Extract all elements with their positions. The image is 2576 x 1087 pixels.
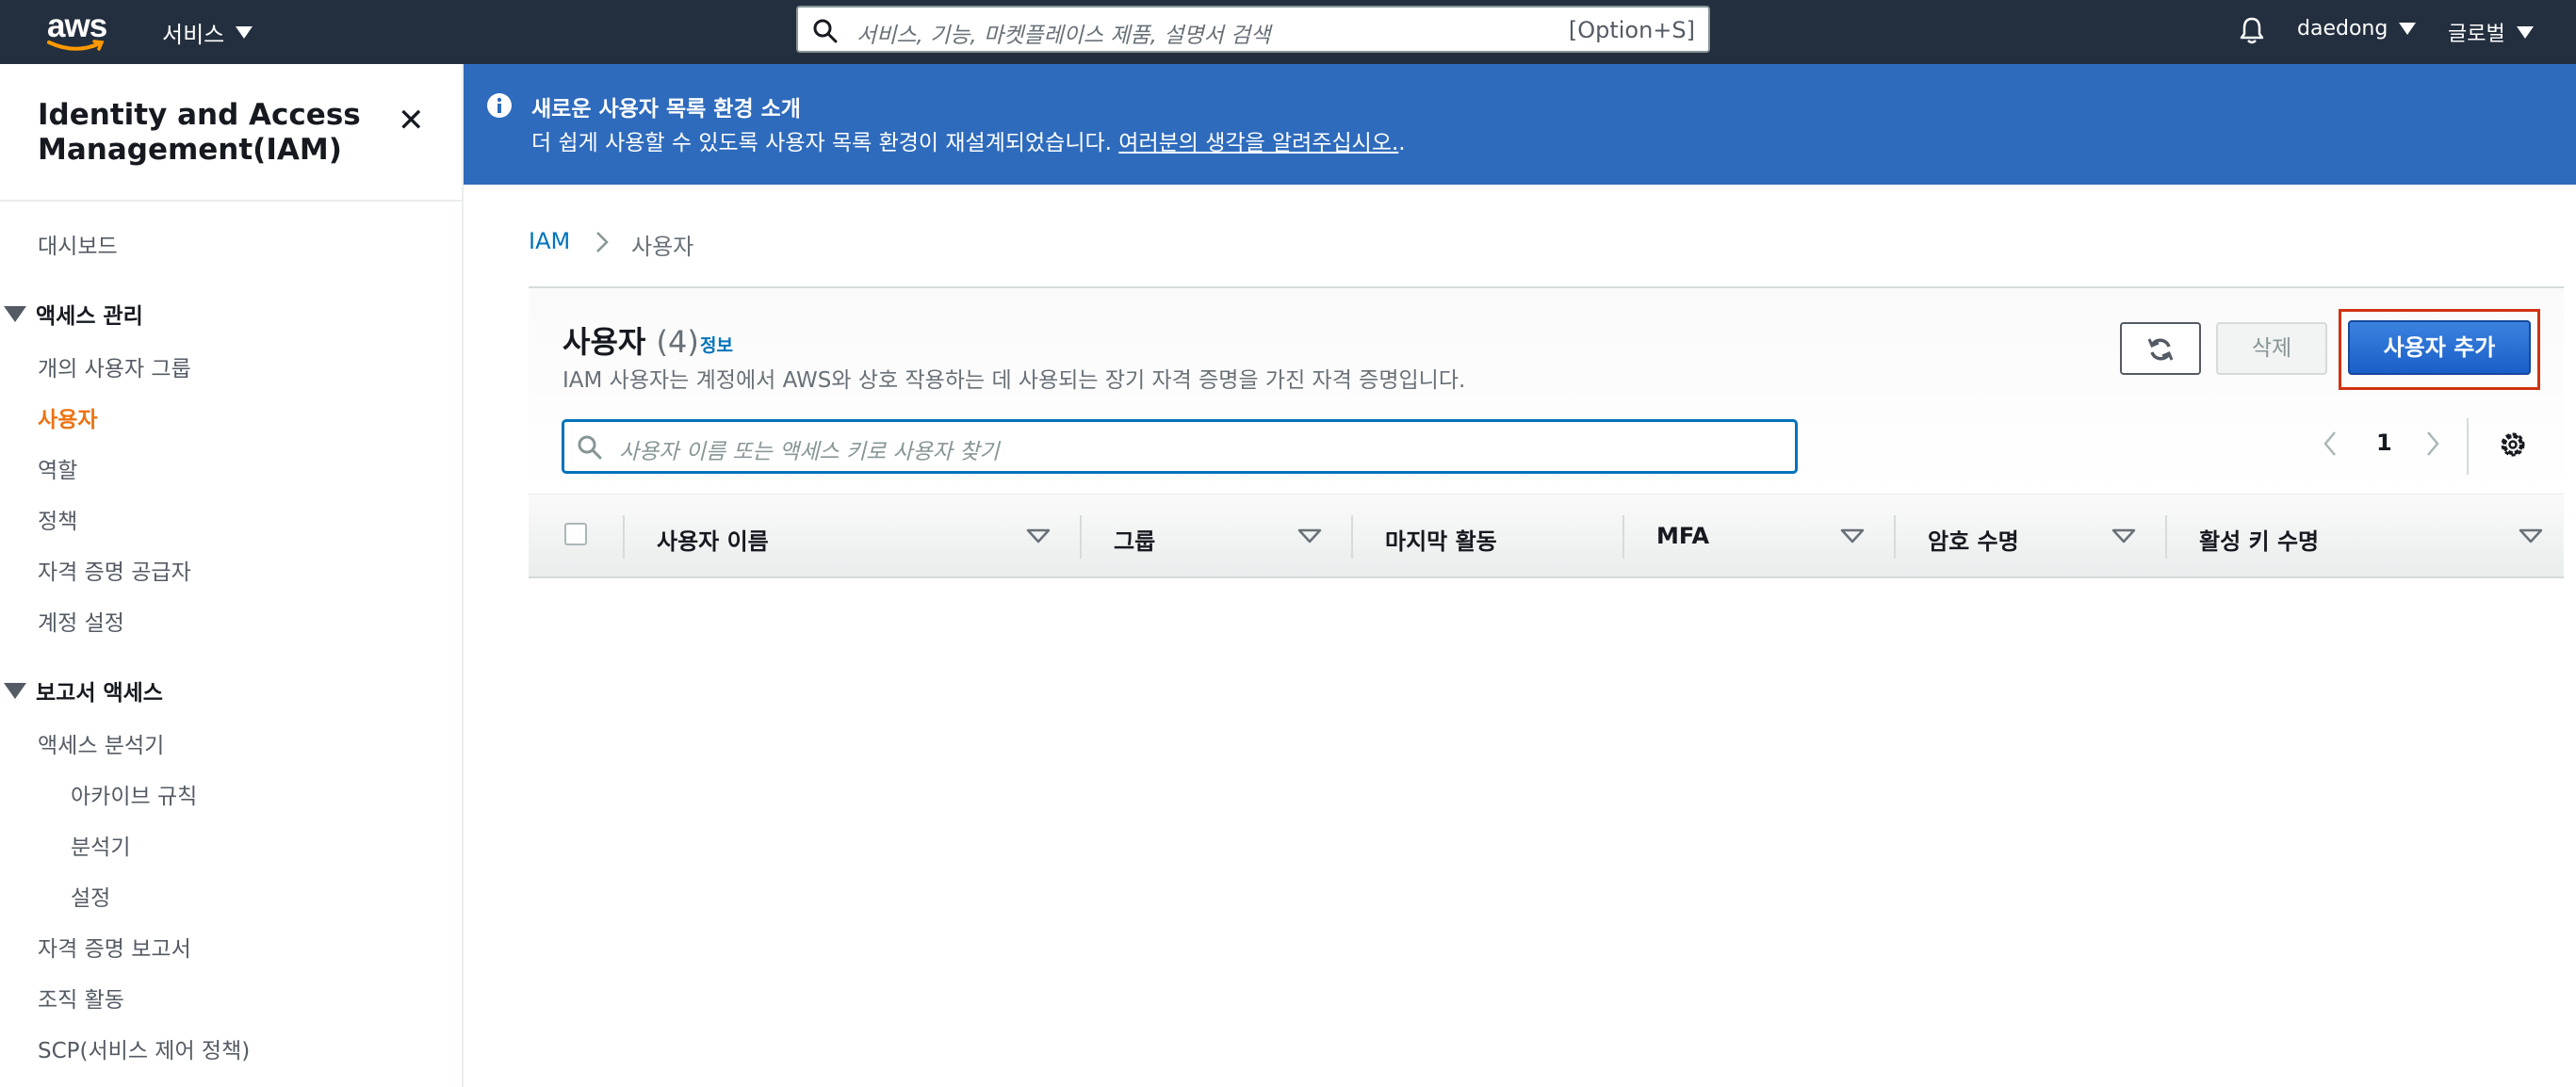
sort-caret-icon[interactable] [1840,528,1865,544]
users-panel: 사용자 (4) 정보 IAM 사용자는 계정에서 AWS와 상호 작용하는 데 … [529,286,2564,578]
caret-down-icon [2399,23,2417,35]
panel-title: 사용자 (4) [562,318,699,362]
banner-body-end: . [1398,131,1406,155]
sort-caret-icon[interactable] [1026,528,1051,544]
region-menu[interactable]: 글로벌 [2448,17,2534,47]
breadcrumb-current: 사용자 [631,234,694,260]
top-navigation-bar: aws 서비스 서비스, 기능, 마켓플레이스 제품, 설명서 검색 [Opti… [0,0,2576,64]
sort-caret-icon[interactable] [2519,528,2543,544]
sidebar-divider [0,200,462,202]
caret-down-icon [2516,25,2534,39]
sidebar-item-credential-report[interactable]: 자격 증명 보고서 [38,931,191,963]
users-table-header: 사용자 이름 그룹 마지막 활동 MFA 암호 수명 활성 키 수명 [529,494,2564,578]
sidebar-item-user-groups[interactable]: 개의 사용자 그룹 [38,350,191,382]
chevron-right-icon[interactable] [2424,430,2441,458]
sidebar-section-label: 액세스 관리 [36,304,143,329]
column-divider [623,515,625,559]
search-shortcut-hint: [Option+S] [1568,17,1695,43]
delete-button[interactable]: 삭제 [2216,322,2327,375]
page-number[interactable]: 1 [2376,430,2392,456]
info-banner: 새로운 사용자 목록 환경 소개 더 쉽게 사용할 수 있도록 사용자 목록 환… [464,64,2576,185]
caret-down-icon [4,305,26,322]
global-search-placeholder: 서비스, 기능, 마켓플레이스 제품, 설명서 검색 [856,24,1271,48]
banner-title: 새로운 사용자 목록 환경 소개 [531,97,801,122]
column-divider [1351,515,1353,559]
sidebar-item-archive-rules[interactable]: 아카이브 규칙 [71,778,197,810]
sidebar-item-scp[interactable]: SCP(서비스 제어 정책) [38,1032,250,1064]
aws-logo[interactable]: aws [47,8,107,57]
pagination-divider [2467,418,2469,475]
notification-bell-icon[interactable] [2238,15,2266,45]
sidebar-title-line1: Identity and Access [38,98,361,132]
sidebar-item-policies[interactable]: 정책 [38,503,77,535]
refresh-button[interactable] [2120,322,2201,375]
breadcrumb-iam-link[interactable]: IAM [529,228,570,254]
user-search-placeholder: 사용자 이름 또는 액세스 키로 사용자 찾기 [619,440,1000,464]
sidebar-item-organization-activity[interactable]: 조직 활동 [38,982,124,1014]
sidebar-item-access-analyzer[interactable]: 액세스 분석기 [38,727,164,759]
sort-caret-icon[interactable] [2111,528,2136,544]
panel-description: IAM 사용자는 계정에서 AWS와 상호 작용하는 데 사용되는 장기 자격 … [562,368,1466,393]
sidebar-item-identity-providers[interactable]: 자격 증명 공급자 [38,554,191,586]
panel-title-text: 사용자 [562,324,646,360]
column-divider [1894,515,1896,559]
column-header-active-key-age[interactable]: 활성 키 수명 [2199,523,2319,556]
services-menu[interactable]: 서비스 [162,16,253,49]
add-user-button[interactable]: 사용자 추가 [2348,320,2531,375]
sidebar-section-label: 보고서 액세스 [36,681,163,706]
sidebar-title: Identity and Access Management(IAM) [38,98,361,168]
global-search-input[interactable]: 서비스, 기능, 마켓플레이스 제품, 설명서 검색 [Option+S] [796,6,1710,53]
column-header-last-activity[interactable]: 마지막 활동 [1385,523,1497,556]
sidebar-item-users[interactable]: 사용자 [38,401,97,433]
sort-caret-icon[interactable] [1297,528,1322,544]
users-panel-header: 사용자 (4) 정보 IAM 사용자는 계정에서 AWS와 상호 작용하는 데 … [529,288,2564,494]
sidebar-item-roles[interactable]: 역할 [38,452,77,484]
search-icon [813,19,838,43]
region-label: 글로벌 [2448,23,2505,46]
column-header-password-age[interactable]: 암호 수명 [1928,523,2019,556]
sidebar-item-account-settings[interactable]: 계정 설정 [38,605,124,637]
info-icon [487,93,512,118]
banner-body-text: 더 쉽게 사용할 수 있도록 사용자 목록 환경이 재설계되었습니다. [531,131,1119,155]
sidebar-title-line2: Management(IAM) [38,133,342,167]
sidebar-item-settings[interactable]: 설정 [71,880,110,912]
refresh-icon [2147,338,2174,361]
caret-down-icon [4,682,26,699]
sidebar-section-access-management[interactable]: 액세스 관리 [4,298,143,330]
sidebar-section-access-reports[interactable]: 보고서 액세스 [4,674,163,706]
services-label: 서비스 [162,22,225,48]
feedback-link[interactable]: 여러분의 생각을 알려주십시오. [1118,131,1398,155]
select-all-checkbox[interactable] [564,523,587,545]
info-link[interactable]: 정보 [700,332,733,357]
column-header-groups[interactable]: 그룹 [1114,523,1155,556]
column-divider [2165,515,2167,559]
column-header-username[interactable]: 사용자 이름 [657,523,769,556]
chevron-right-icon [596,232,609,252]
user-search-input[interactable]: 사용자 이름 또는 액세스 키로 사용자 찾기 [562,420,1797,473]
gear-icon[interactable] [2498,430,2528,460]
account-menu[interactable]: daedong [2297,17,2417,41]
sidebar-item-dashboard[interactable]: 대시보드 [38,228,118,260]
column-divider [1622,515,1624,559]
column-divider [1080,515,1082,559]
user-count: (4) [656,324,699,360]
sidebar-item-analyzers[interactable]: 분석기 [71,829,130,861]
overflow-menu-edge[interactable]: ⋮ [2569,17,2576,41]
banner-body: 더 쉽게 사용할 수 있도록 사용자 목록 환경이 재설계되었습니다. 여러분의… [531,124,1406,156]
column-header-mfa[interactable]: MFA [1656,523,1709,549]
caret-down-icon [236,26,253,39]
chevron-left-icon[interactable] [2322,430,2339,458]
search-icon [578,435,602,460]
sidebar: Identity and Access Management(IAM) ✕ 대시… [0,64,464,1087]
close-sidebar-icon[interactable]: ✕ [398,102,425,139]
aws-smile-icon [47,40,105,51]
username-label: daedong [2297,17,2389,41]
